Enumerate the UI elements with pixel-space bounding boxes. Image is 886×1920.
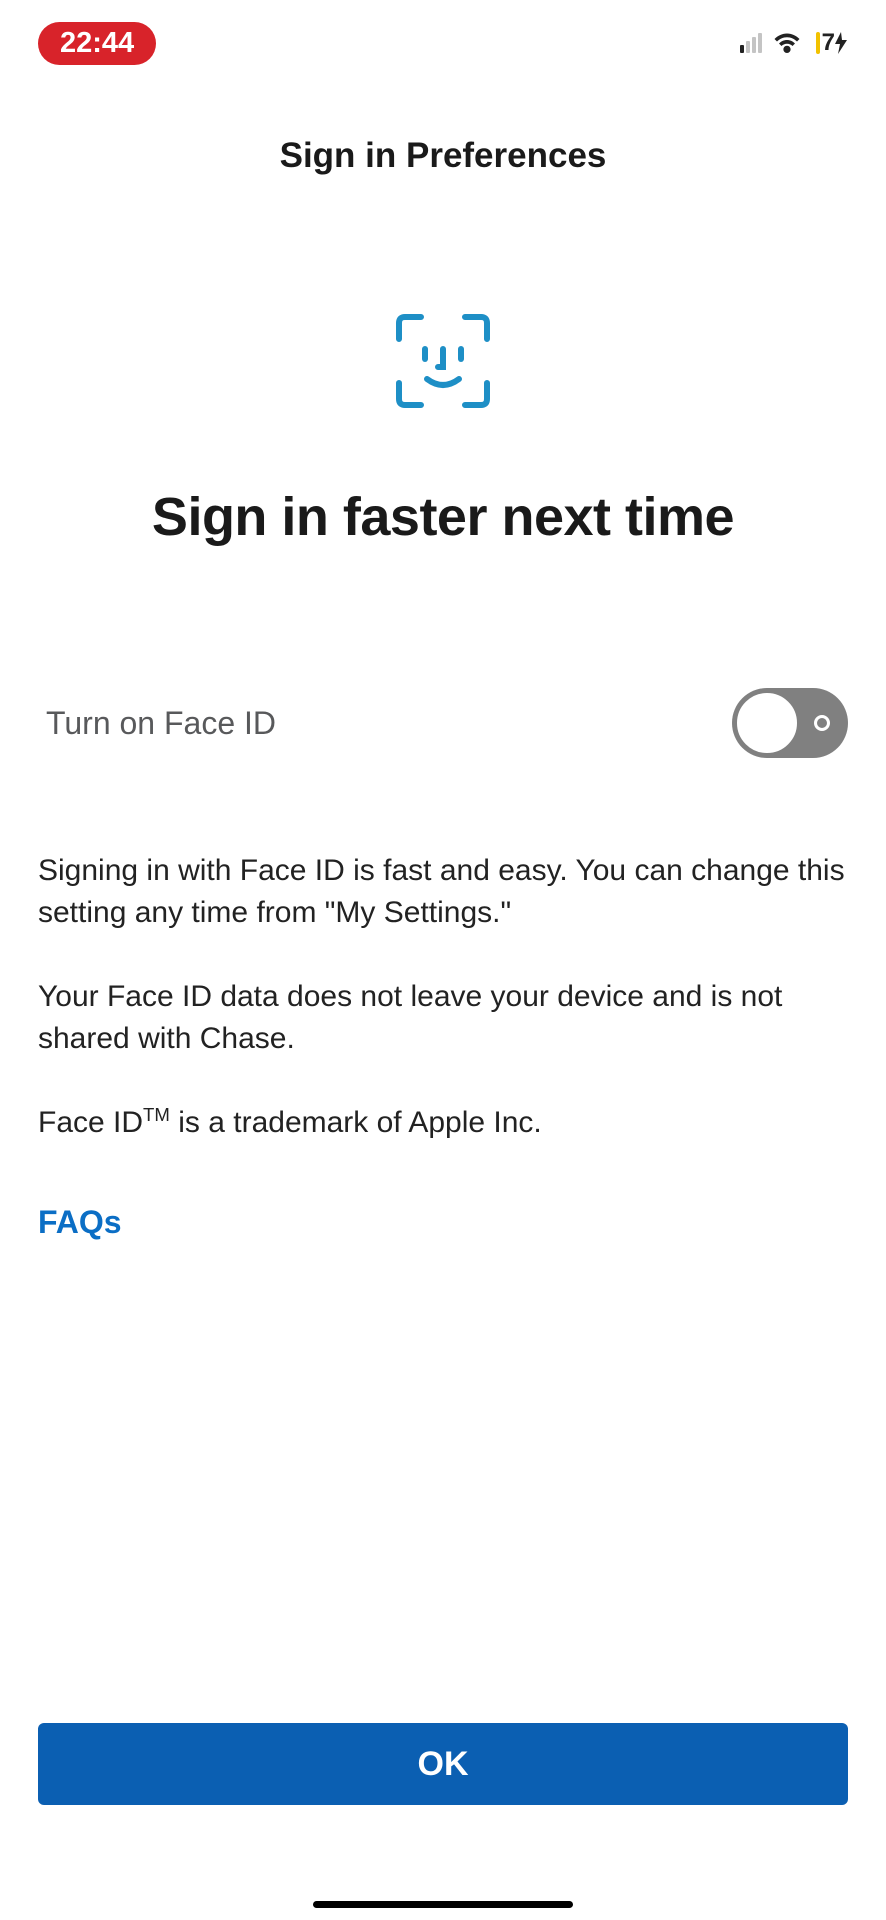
description-paragraph: Signing in with Face ID is fast and easy… [38,850,848,934]
face-id-icon [0,311,886,411]
ok-button[interactable]: OK [38,1723,848,1805]
faqs-link[interactable]: FAQs [0,1204,886,1241]
status-time: 22:44 [38,22,156,65]
page-title: Sign in Preferences [0,136,886,176]
description-block: Signing in with Face ID is fast and easy… [0,850,886,1144]
signal-icon [740,33,762,53]
description-paragraph: Your Face ID data does not leave your de… [38,976,848,1060]
status-bar: 22:44 7 [0,0,886,78]
description-paragraph: Face IDTM is a trademark of Apple Inc. [38,1102,848,1144]
toggle-label: Turn on Face ID [46,705,276,742]
hero-title: Sign in faster next time [0,486,886,548]
status-icons: 7 [740,29,848,57]
toggle-row: Turn on Face ID [0,688,886,758]
battery-icon: 7 [816,29,848,57]
face-id-toggle[interactable] [732,688,848,758]
home-indicator[interactable] [313,1901,573,1908]
wifi-icon [774,33,800,53]
